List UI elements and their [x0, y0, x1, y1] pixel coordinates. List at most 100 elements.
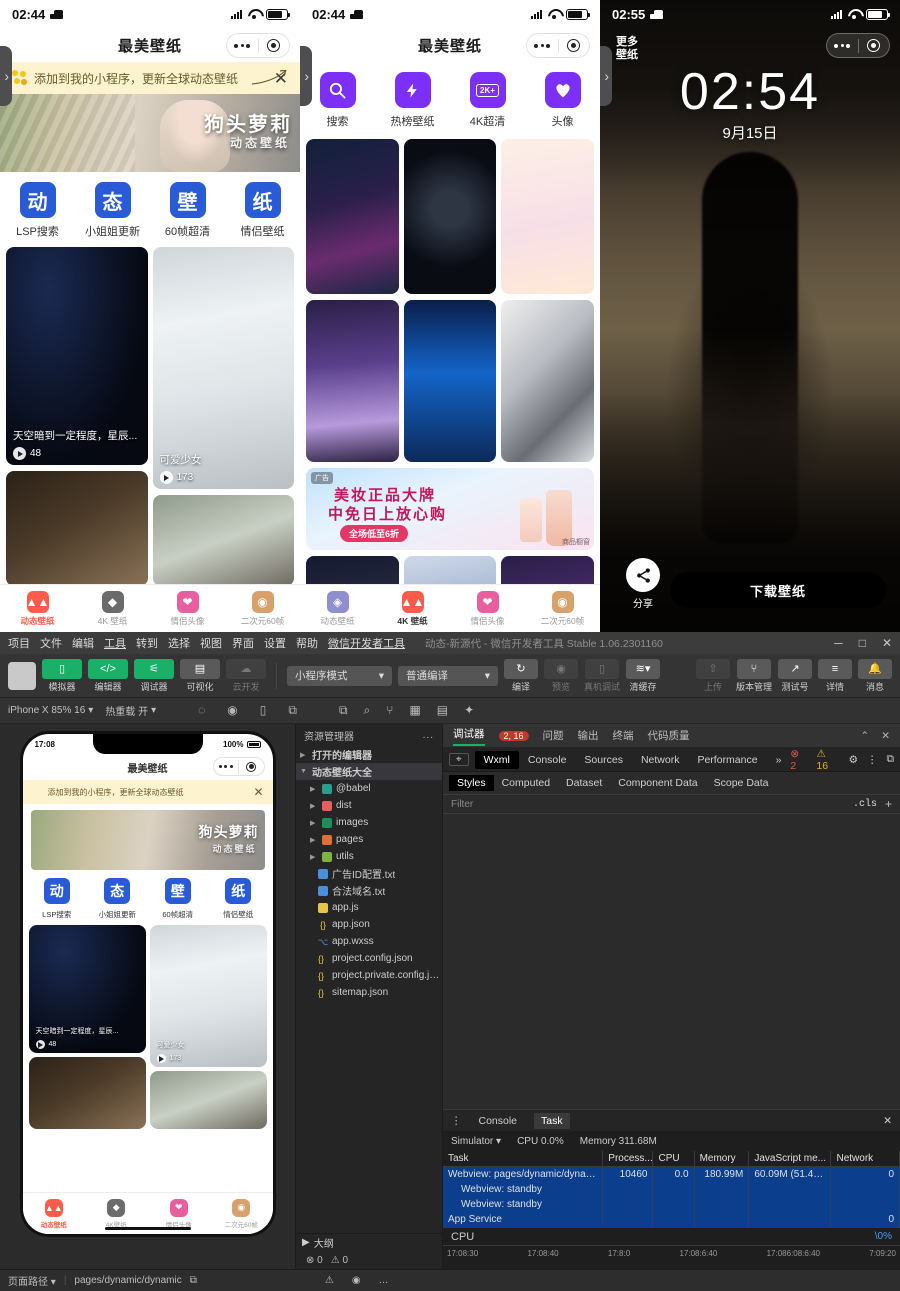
close-target-icon[interactable]	[559, 39, 590, 52]
rotate-icon[interactable]: ◌	[198, 703, 205, 718]
tab-4k-wallpaper[interactable]: ◆ 4K 壁纸	[75, 591, 150, 627]
sim-tab-3[interactable]: ◉ 二次元60帧	[210, 1199, 273, 1229]
toolbar-details-button[interactable]: ≡ 详情	[818, 659, 852, 693]
tab-terminal[interactable]: 终端	[613, 728, 634, 743]
sim-quick-3[interactable]: 纸 情侣壁纸	[208, 878, 269, 920]
file-tree-item[interactable]: ▶@babel	[296, 780, 442, 797]
explorer-section-open-editors[interactable]: ▶ 打开的编辑器	[296, 746, 442, 763]
more-icon[interactable]	[214, 765, 239, 768]
tab-output[interactable]: 输出	[578, 728, 599, 743]
close-target-icon[interactable]	[239, 762, 264, 772]
compile-select[interactable]: 普通编译 ▾	[398, 666, 498, 686]
tab-network[interactable]: Network	[632, 751, 689, 769]
tab-couple-avatar[interactable]: ❤ 情侣头像	[450, 591, 525, 627]
wallpaper-card[interactable]: 天空暗到一定程度，星辰... 48	[29, 925, 146, 1053]
minimize-button[interactable]: ─	[834, 636, 843, 650]
sim-tab-1[interactable]: ◆ 4K壁纸	[85, 1199, 148, 1229]
tab-performance[interactable]: Performance	[688, 751, 766, 769]
tab-console[interactable]: Console	[519, 751, 576, 769]
tab-couple-avatar[interactable]: ❤ 情侣头像	[150, 591, 225, 627]
column-process[interactable]: Process...	[603, 1151, 653, 1167]
simulator-device[interactable]: 17:08 100% 最美壁纸 添加到我的小程序，	[23, 734, 273, 1234]
toolbar-upload-button[interactable]: ⇧ 上传	[696, 659, 730, 693]
menu-item-settings[interactable]: 设置	[264, 635, 286, 651]
file-tree-item[interactable]: 合法域名.txt	[296, 882, 442, 899]
tab-4k-wallpaper[interactable]: ▲▲ 4K 壁纸	[375, 591, 450, 627]
tab-console[interactable]: Console	[472, 1113, 525, 1129]
more-tabs-button[interactable]: »	[767, 751, 791, 769]
wallpaper-card[interactable]	[306, 300, 399, 462]
tab-wxml[interactable]: Wxml	[475, 751, 519, 769]
file-tree-item[interactable]: ▶images	[296, 814, 442, 831]
wallpaper-card[interactable]	[501, 139, 594, 294]
wallpaper-card[interactable]	[6, 471, 148, 586]
explorer-section-project[interactable]: ▼ 动态壁纸大全	[296, 763, 442, 780]
wallpaper-card[interactable]	[306, 139, 399, 294]
advertisement-card[interactable]: 广告 美妆正品大牌 中免日上放心购 全场低至6折 商品橱窗	[306, 468, 594, 550]
table-row[interactable]: Webview: standby	[443, 1197, 900, 1212]
side-handle-3[interactable]: ›	[600, 46, 612, 106]
error-count[interactable]: ⊗ 2	[790, 748, 807, 772]
tab-scope-data[interactable]: Scope Data	[706, 775, 777, 791]
toolbar-debugger-button[interactable]: ⚟ 调试器	[134, 659, 174, 693]
kebab-icon[interactable]: ⋮	[867, 754, 878, 766]
file-tree-item[interactable]: 广告ID配置.txt	[296, 865, 442, 882]
more-icon[interactable]: …	[379, 1275, 389, 1286]
menu-item-edit[interactable]: 编辑	[72, 635, 94, 651]
mini-program-capsule[interactable]	[526, 33, 590, 58]
page-path-select[interactable]: 页面路径 ▾	[8, 1273, 56, 1288]
table-row[interactable]: Webview: standby	[443, 1182, 900, 1197]
tab-anime-60fps[interactable]: ◉ 二次元60帧	[525, 591, 600, 627]
wallpaper-card[interactable]	[153, 495, 295, 586]
menu-item-wechat-devtools[interactable]: 微信开发者工具	[328, 635, 405, 651]
tab-problems[interactable]: 问题	[543, 728, 564, 743]
hotreload-select[interactable]: 热重载 开 ▾	[105, 703, 156, 718]
warning-icon[interactable]: ⚠	[325, 1275, 334, 1286]
record-icon[interactable]: ◉	[227, 703, 237, 718]
tab-anime-60fps[interactable]: ◉ 二次元60帧	[225, 591, 300, 627]
hero-banner[interactable]: 狗头萝莉 动态壁纸	[0, 94, 300, 172]
close-target-icon[interactable]	[859, 39, 890, 52]
tab-dynamic-wallpaper[interactable]: ◈ 动态壁纸	[300, 591, 375, 627]
wallpaper-card[interactable]	[29, 1057, 146, 1129]
toolbar-realdevice-button[interactable]: ▯ 真机调试	[584, 659, 620, 693]
menu-item-goto[interactable]: 转到	[136, 635, 158, 651]
menu-item-interface[interactable]: 界面	[232, 635, 254, 651]
sim-quick-1[interactable]: 态 小姐姐更新	[87, 878, 148, 920]
tab-debugger[interactable]: 调试器	[453, 726, 485, 746]
sim-banner[interactable]: 添加到我的小程序，更新全球动态壁纸 ✕	[23, 780, 273, 804]
tab-task[interactable]: Task	[534, 1113, 570, 1129]
avatar[interactable]	[8, 662, 36, 690]
toolbar-testaccount-button[interactable]: ↗ 测试号	[778, 659, 812, 693]
maximize-button[interactable]: □	[859, 636, 866, 650]
wallpaper-card[interactable]: 天空暗到一定程度，星辰... 48	[6, 247, 148, 465]
tab-styles[interactable]: Styles	[449, 775, 494, 791]
menu-item-project[interactable]: 项目	[8, 635, 30, 651]
tab-computed[interactable]: Computed	[494, 775, 558, 791]
cls-button[interactable]: .cls	[853, 799, 877, 810]
save-icon[interactable]: ▤	[437, 703, 448, 718]
share-button[interactable]: 分享	[626, 558, 660, 610]
column-cpu[interactable]: CPU	[653, 1151, 694, 1167]
wallpaper-card[interactable]	[150, 1071, 267, 1129]
toolbar-clearcache-button[interactable]: ≋▾ 清缓存	[626, 659, 660, 693]
toolbar-compile-button[interactable]: ↻ 编译	[504, 659, 538, 693]
wechat-icon[interactable]: ✦	[464, 703, 474, 718]
warning-count[interactable]: ⚠ 16	[816, 748, 839, 772]
column-network[interactable]: Network	[831, 1151, 900, 1167]
menu-item-select[interactable]: 选择	[168, 635, 190, 651]
sim-capsule[interactable]	[213, 757, 265, 776]
toolbar-version-button[interactable]: ⑂ 版本管理	[736, 659, 772, 693]
close-icon[interactable]: ✕	[881, 730, 890, 742]
add-rule-button[interactable]: +	[885, 797, 892, 811]
more-icon[interactable]	[827, 44, 858, 48]
extensions-icon[interactable]: ▦	[409, 703, 420, 718]
collapse-icon[interactable]: ⌃	[860, 730, 869, 742]
wallpaper-card[interactable]	[404, 139, 497, 294]
file-tree-item[interactable]: ▶utils	[296, 848, 442, 865]
tab-sources[interactable]: Sources	[575, 751, 632, 769]
close-icon[interactable]: ✕	[883, 1115, 892, 1127]
search-icon[interactable]: ⌕	[364, 703, 371, 718]
gear-icon[interactable]: ⚙	[849, 754, 858, 766]
column-js-memory[interactable]: JavaScript me...	[749, 1151, 831, 1167]
